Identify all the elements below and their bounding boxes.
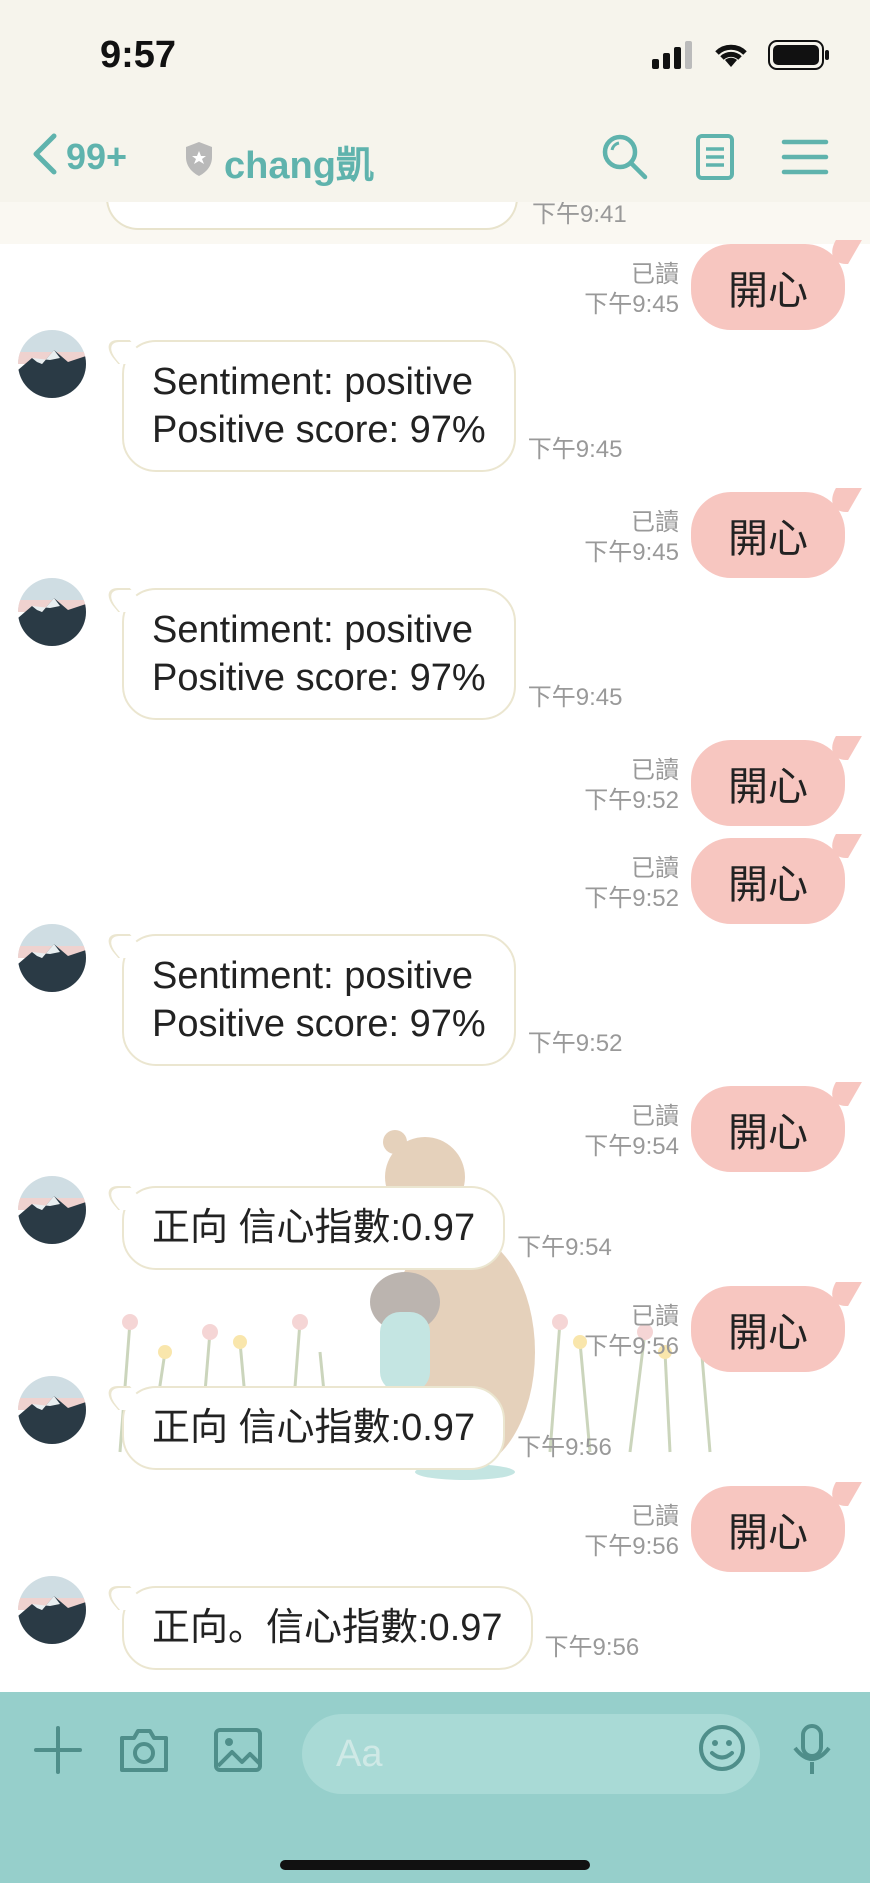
message-bubble[interactable]: 正向 信心指數:0.97 — [122, 1386, 506, 1470]
status-bar: 9:57 — [0, 0, 870, 110]
chat-header: 99+ chang凱 — [0, 110, 870, 203]
microphone-icon[interactable] — [790, 1722, 834, 1783]
back-button[interactable]: 99+ — [30, 132, 127, 181]
incoming-message: 正向。信心指數:0.97 下午9:56 — [18, 1576, 640, 1670]
message-time: 下午9:52 — [527, 1030, 623, 1057]
battery-icon — [768, 40, 830, 75]
outgoing-message: 已讀 下午9:56 開心 — [584, 1286, 845, 1372]
message-bubble[interactable]: 開心 — [691, 1486, 845, 1572]
shield-icon — [184, 141, 214, 182]
message-meta: 已讀 下午9:45 — [584, 508, 679, 568]
menu-icon[interactable] — [780, 132, 830, 182]
message-bubble[interactable]: 開心 — [691, 492, 845, 578]
plus-icon[interactable] — [30, 1722, 86, 1783]
read-receipt: 已讀 — [631, 1103, 679, 1130]
incoming-message: Sentiment: positive Positive score: 97% … — [18, 578, 623, 720]
message-bubble[interactable]: 開心 — [691, 1286, 845, 1372]
chevron-left-icon — [30, 132, 58, 181]
camera-icon[interactable] — [116, 1722, 172, 1783]
message-line: Sentiment: positive — [152, 955, 474, 997]
chat-title-area[interactable]: chang凱 — [184, 134, 374, 189]
emoji-icon[interactable] — [696, 1722, 748, 1779]
chat-scroll-area[interactable]: 下午9:41 已讀 下午9:45 開心 Sentiment: positive … — [0, 202, 870, 1692]
partial-message-bubble[interactable] — [106, 202, 518, 230]
outgoing-message: 已讀 下午9:54 開心 — [584, 1086, 845, 1172]
message-bubble[interactable]: Sentiment: positive Positive score: 97% — [122, 934, 516, 1066]
incoming-message: 正向 信心指數:0.97 下午9:54 — [18, 1176, 612, 1270]
message-bubble[interactable]: 開心 — [691, 244, 845, 330]
message-time: 下午9:56 — [544, 1634, 640, 1661]
home-indicator — [280, 1860, 590, 1870]
avatar[interactable] — [18, 1576, 86, 1644]
status-time: 9:57 — [100, 34, 177, 76]
message-meta: 已讀 下午9:56 — [584, 1302, 679, 1362]
message-bubble[interactable]: Sentiment: positive Positive score: 97% — [122, 588, 516, 720]
message-time: 下午9:41 — [532, 202, 627, 228]
read-receipt: 已讀 — [631, 1303, 679, 1330]
partial-message-row: 下午9:41 — [0, 202, 870, 244]
incoming-message: Sentiment: positive Positive score: 97% … — [18, 330, 623, 472]
input-placeholder: Aa — [336, 1732, 383, 1775]
message-time: 下午9:52 — [584, 885, 679, 912]
message-meta: 已讀 下午9:52 — [584, 756, 679, 816]
read-receipt: 已讀 — [631, 261, 679, 288]
message-bubble[interactable]: 開心 — [691, 740, 845, 826]
outgoing-message: 已讀 下午9:45 開心 — [584, 492, 845, 578]
message-time: 下午9:45 — [527, 436, 623, 463]
status-icons — [652, 40, 830, 75]
read-receipt: 已讀 — [631, 509, 679, 536]
message-time: 下午9:56 — [584, 1333, 679, 1360]
message-bubble[interactable]: 開心 — [691, 838, 845, 924]
message-time: 下午9:52 — [584, 787, 679, 814]
outgoing-message: 已讀 下午9:52 開心 — [584, 740, 845, 826]
read-receipt: 已讀 — [631, 1503, 679, 1530]
message-time: 下午9:56 — [517, 1434, 612, 1461]
message-line: Positive score: 97% — [152, 657, 486, 699]
message-meta: 已讀 下午9:45 — [584, 260, 679, 320]
avatar[interactable] — [18, 1176, 86, 1244]
message-bubble[interactable]: Sentiment: positive Positive score: 97% — [122, 340, 516, 472]
signal-icon — [652, 41, 694, 74]
outgoing-message: 已讀 下午9:52 開心 — [584, 838, 845, 924]
avatar[interactable] — [18, 1376, 86, 1444]
image-icon[interactable] — [210, 1722, 266, 1783]
message-time: 下午9:45 — [584, 291, 679, 318]
outgoing-message: 已讀 下午9:45 開心 — [584, 244, 845, 330]
outgoing-message: 已讀 下午9:56 開心 — [584, 1486, 845, 1572]
message-time: 下午9:45 — [584, 539, 679, 566]
message-meta: 已讀 下午9:56 — [584, 1502, 679, 1562]
message-bubble[interactable]: 開心 — [691, 1086, 845, 1172]
read-receipt: 已讀 — [631, 855, 679, 882]
message-bubble[interactable]: 正向。信心指數:0.97 — [122, 1586, 533, 1670]
message-line: Positive score: 97% — [152, 409, 486, 451]
chat-title: chang凱 — [224, 145, 374, 187]
avatar[interactable] — [18, 924, 86, 992]
message-meta: 已讀 下午9:54 — [584, 1102, 679, 1162]
message-time: 下午9:54 — [584, 1133, 679, 1160]
incoming-message: Sentiment: positive Positive score: 97% … — [18, 924, 623, 1066]
message-time: 下午9:54 — [517, 1234, 612, 1261]
search-icon[interactable] — [600, 132, 650, 182]
message-line: Sentiment: positive — [152, 609, 474, 651]
notes-icon[interactable] — [690, 132, 740, 182]
header-actions — [600, 132, 830, 182]
message-bubble[interactable]: 正向 信心指數:0.97 — [122, 1186, 506, 1270]
avatar[interactable] — [18, 330, 86, 398]
message-time: 下午9:45 — [527, 684, 623, 711]
message-line: Positive score: 97% — [152, 1003, 486, 1045]
wifi-icon — [712, 41, 750, 74]
input-bar: Aa — [0, 1692, 870, 1883]
read-receipt: 已讀 — [631, 757, 679, 784]
message-time: 下午9:56 — [584, 1533, 679, 1560]
message-line: Sentiment: positive — [152, 361, 474, 403]
message-meta: 已讀 下午9:52 — [584, 854, 679, 914]
unread-count: 99+ — [66, 135, 128, 177]
message-input[interactable]: Aa — [302, 1714, 760, 1794]
avatar[interactable] — [18, 578, 86, 646]
incoming-message: 正向 信心指數:0.97 下午9:56 — [18, 1376, 612, 1470]
